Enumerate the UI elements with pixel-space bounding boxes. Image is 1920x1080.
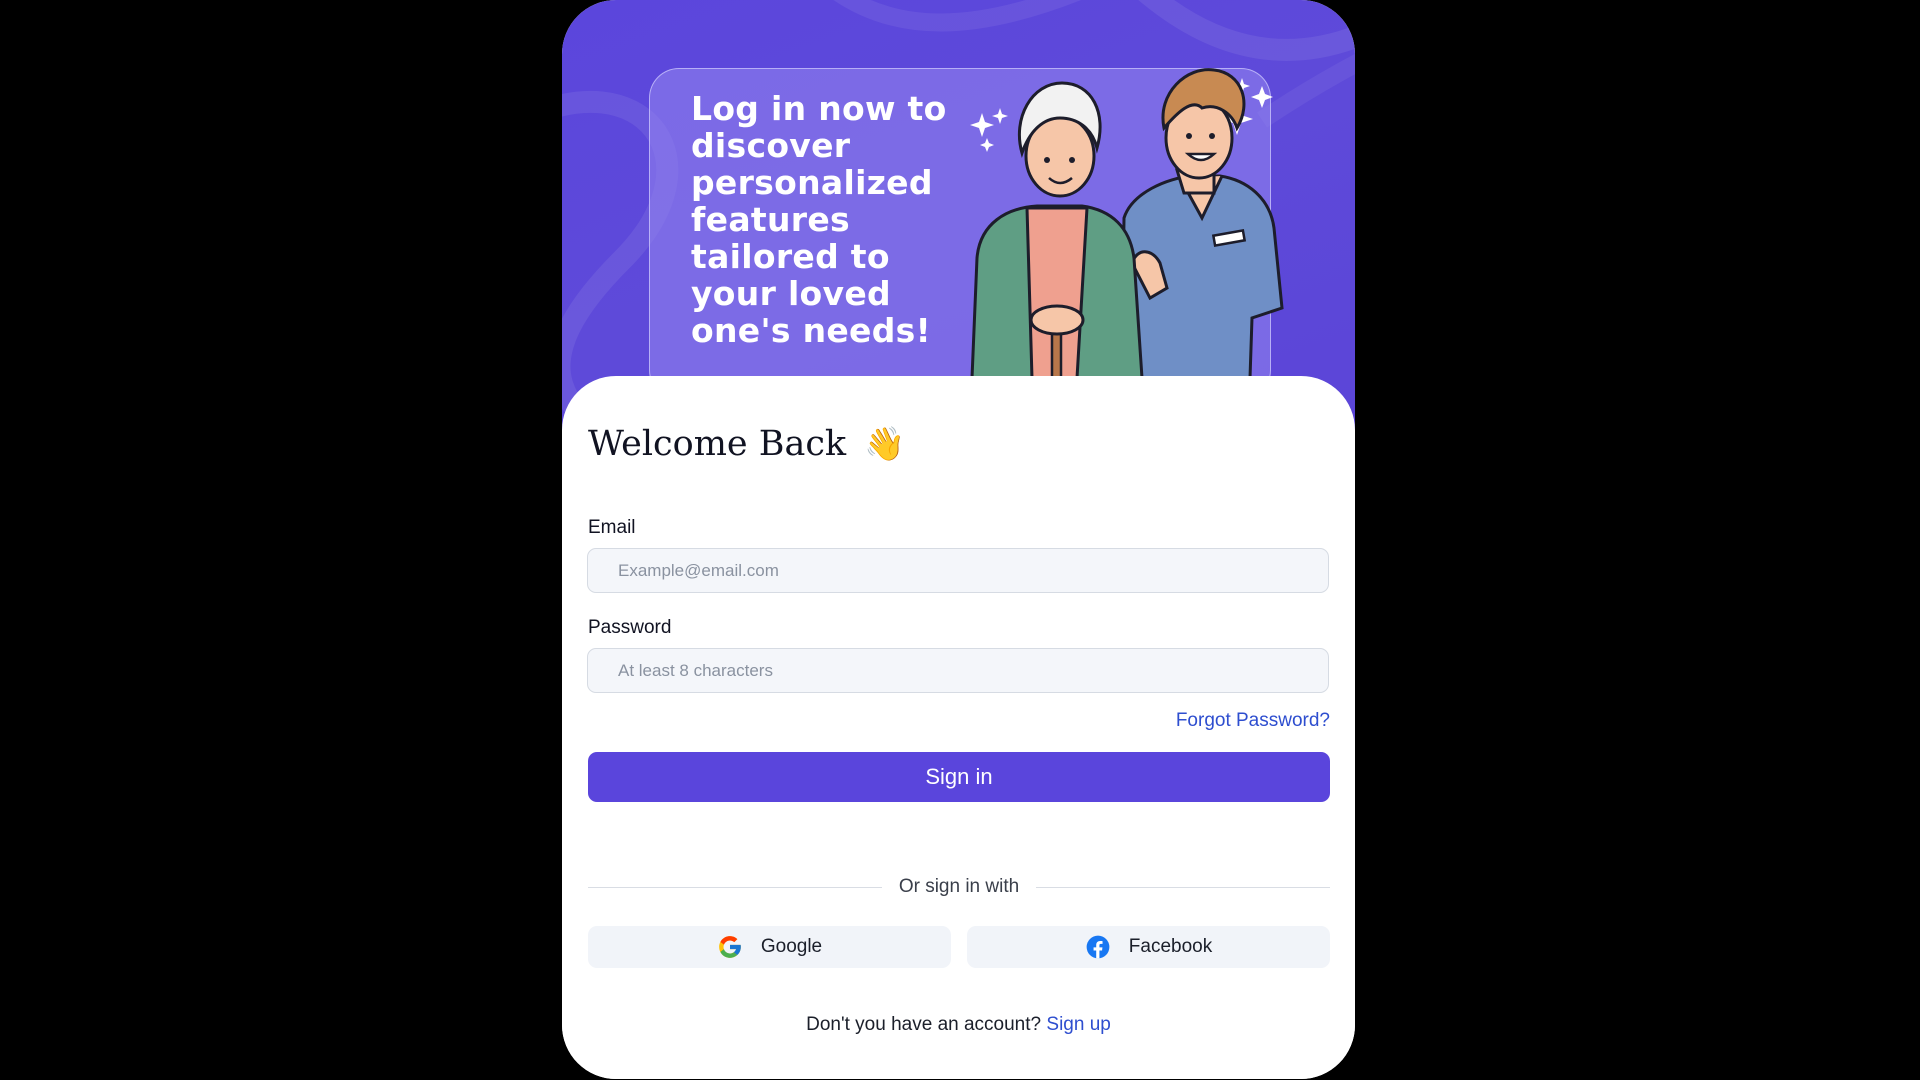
divider-text: Or sign in with: [898, 876, 1020, 897]
divider-line-right: [1036, 886, 1330, 888]
welcome-title-text: Welcome Back: [588, 424, 847, 464]
sign-up-link[interactable]: Sign up: [1046, 1014, 1110, 1035]
promo-headline: Log in now to discover personalized feat…: [691, 89, 947, 350]
password-label: Password: [588, 617, 672, 638]
hero-banner: Log in now to discover personalized feat…: [562, 0, 1355, 440]
caregiver-illustration: [970, 68, 1284, 378]
signup-prompt-text: Don't you have an account?: [806, 1014, 1042, 1035]
facebook-icon: [1085, 934, 1111, 960]
google-label: Google: [760, 936, 823, 957]
login-screen: Log in now to discover personalized feat…: [562, 0, 1355, 1079]
facebook-sign-in-button[interactable]: Facebook: [967, 926, 1330, 968]
facebook-label: Facebook: [1128, 936, 1213, 957]
signup-prompt: Don't you have an account? Sign up: [562, 1014, 1355, 1036]
waving-hand-icon: 👋: [864, 424, 906, 463]
email-field[interactable]: [587, 548, 1329, 593]
social-divider: Or sign in with: [588, 876, 1330, 898]
google-sign-in-button[interactable]: Google: [588, 926, 951, 968]
google-icon: [717, 934, 743, 960]
page-title: Welcome Back 👋: [588, 424, 905, 464]
login-sheet: Welcome Back 👋 Email Password Forgot Pas…: [562, 376, 1355, 1079]
email-label: Email: [588, 517, 636, 538]
divider-line-left: [588, 886, 882, 888]
password-field[interactable]: [587, 648, 1329, 693]
forgot-password-link[interactable]: Forgot Password?: [1176, 710, 1330, 732]
sign-in-button[interactable]: Sign in: [588, 752, 1330, 802]
